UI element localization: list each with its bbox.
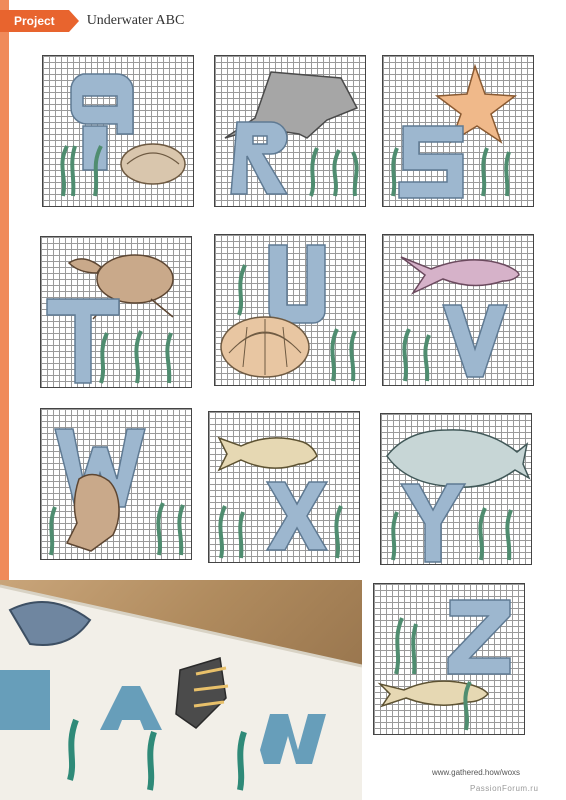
footer-url[interactable]: www.gathered.how/woxs <box>432 768 520 777</box>
page-title: Underwater ABC <box>86 13 185 28</box>
chart-t-art <box>46 254 174 384</box>
side-accent-strip <box>0 0 9 583</box>
chart-y-fish <box>380 413 532 565</box>
page-header: Project Underwater ABC <box>0 10 184 32</box>
stitched-band-photo <box>0 580 362 800</box>
chart-q-shell <box>42 55 194 207</box>
photo-art <box>0 584 362 800</box>
chart-r-stingray <box>214 55 366 207</box>
chart-u-sea-urchin <box>214 234 366 386</box>
watermark: PassionForum.ru <box>470 784 539 793</box>
chart-z-fish <box>373 583 525 735</box>
chart-v-fish <box>382 234 534 386</box>
chart-u-art <box>220 244 357 382</box>
chart-v-art <box>400 256 520 382</box>
chart-x-fish <box>208 411 360 563</box>
chart-x-art <box>217 436 343 559</box>
chart-w-walrus <box>40 408 192 560</box>
chart-w-art <box>49 428 185 556</box>
chart-r-art <box>224 71 359 197</box>
chart-z-art <box>377 599 511 731</box>
chart-t-turtle <box>40 236 192 388</box>
chart-s-art <box>391 63 518 199</box>
chart-q-art <box>60 73 186 197</box>
section-tag: Project <box>0 10 79 32</box>
chart-s-starfish <box>382 55 534 207</box>
chart-y-art <box>386 429 531 563</box>
